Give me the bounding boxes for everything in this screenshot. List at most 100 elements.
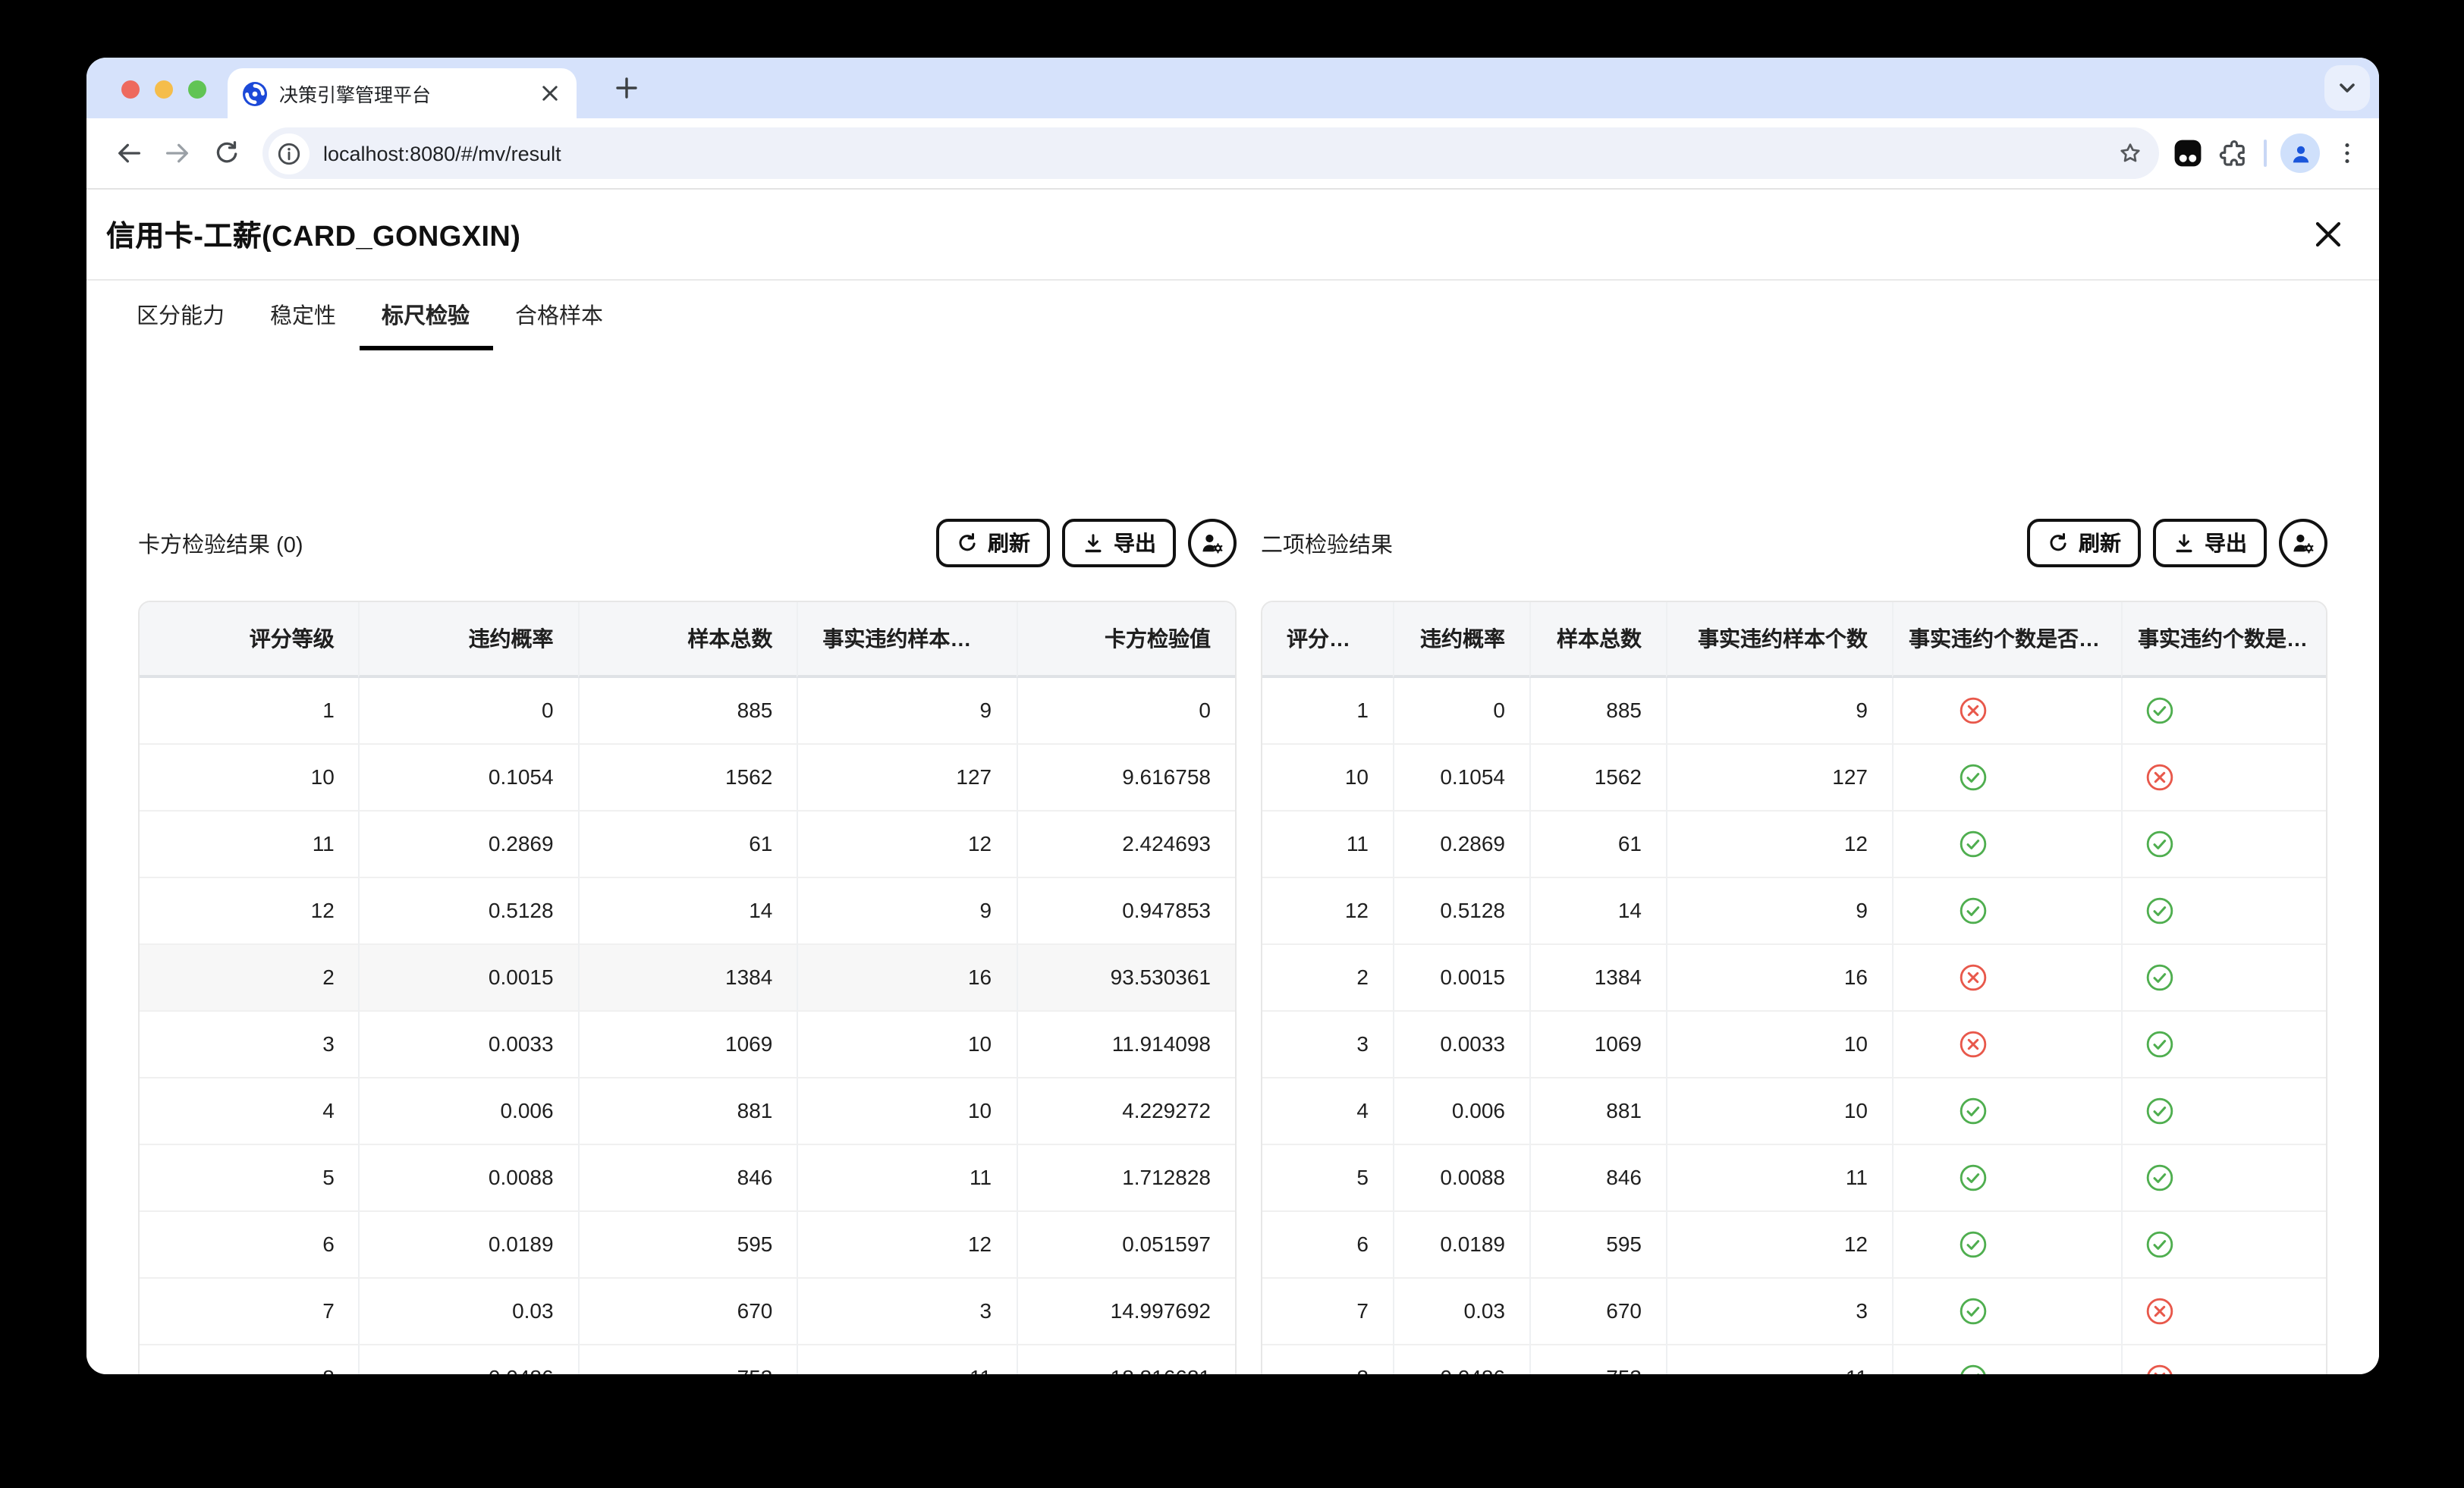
- table-row[interactable]: 20.001513841693.530361: [140, 943, 1235, 1010]
- cell: 1384: [1529, 943, 1666, 1010]
- cell: 0.0088: [1393, 1144, 1529, 1210]
- cell: 1562: [1529, 743, 1666, 810]
- cell: 12: [1666, 810, 1892, 877]
- check-circle-icon: [2121, 678, 2327, 743]
- table-row[interactable]: 120.51281490.947853: [140, 877, 1235, 943]
- cross-circle-icon: [1892, 678, 2121, 743]
- cell: 0: [1016, 678, 1235, 743]
- cell: 0.0033: [1393, 1010, 1529, 1077]
- cell: 9: [1666, 678, 1892, 743]
- column-header: 样本总数: [1529, 602, 1666, 678]
- column-header: 评分等级: [1262, 602, 1393, 678]
- cell: 1384: [578, 943, 797, 1010]
- cell: 10: [1666, 1010, 1892, 1077]
- cell: 0.0486: [359, 1344, 578, 1374]
- browser-menu-icon[interactable]: [2334, 140, 2361, 167]
- chi-square-title: 卡方检验结果 (0): [138, 527, 303, 559]
- cell: 670: [1529, 1277, 1666, 1344]
- cell: 2: [140, 943, 359, 1010]
- cell: 1: [1262, 678, 1393, 743]
- table-row[interactable]: 100.105415621279.616758: [140, 743, 1235, 810]
- cell: 1069: [1529, 1010, 1666, 1077]
- binomial-column-settings-button[interactable]: [2279, 519, 2327, 567]
- chi-refresh-button[interactable]: 刷新: [936, 519, 1050, 567]
- tab-title: 决策引擎管理平台: [279, 79, 537, 108]
- maximize-window-icon[interactable]: [188, 80, 206, 99]
- table-row[interactable]: 108859: [1262, 678, 2327, 743]
- cell: 0.0486: [1393, 1344, 1529, 1374]
- check-circle-icon: [2121, 1077, 2327, 1144]
- table-row[interactable]: 70.03670314.997692: [140, 1277, 1235, 1344]
- table-row[interactable]: 40.006881104.229272: [140, 1077, 1235, 1144]
- table-row[interactable]: 70.036703: [1262, 1277, 2327, 1344]
- cell: 6: [1262, 1210, 1393, 1277]
- extension-app-icon[interactable]: [2171, 137, 2205, 170]
- page-content: 信用卡-工薪(CARD_GONGXIN) 区分能力稳定性标尺检验合格样本 卡方检…: [86, 190, 2379, 1374]
- table-row[interactable]: 50.008884611: [1262, 1144, 2327, 1210]
- extensions-puzzle-icon[interactable]: [2218, 137, 2250, 169]
- cell: 1562: [578, 743, 797, 810]
- reload-button[interactable]: [202, 129, 250, 177]
- cell: 8: [1262, 1344, 1393, 1374]
- table-row[interactable]: 80.04867531118.816681: [140, 1344, 1235, 1374]
- back-button[interactable]: [105, 129, 153, 177]
- table-row[interactable]: 1088590: [140, 678, 1235, 743]
- cell: 5: [1262, 1144, 1393, 1210]
- cell: 0.947853: [1016, 877, 1235, 943]
- chi-square-section: 卡方检验结果 (0) 刷新 导出: [138, 516, 1237, 1374]
- cell: 753: [1529, 1344, 1666, 1374]
- close-icon[interactable]: [2309, 216, 2346, 253]
- tab-稳定性[interactable]: 稳定性: [247, 299, 359, 350]
- check-circle-icon: [2121, 943, 2327, 1010]
- forward-button[interactable]: [153, 129, 202, 177]
- column-header: 样本总数: [578, 602, 797, 678]
- cell: 881: [1529, 1077, 1666, 1144]
- table-row[interactable]: 60.018959512: [1262, 1210, 2327, 1277]
- cell: 1: [140, 678, 359, 743]
- cell: 14.997692: [1016, 1277, 1235, 1344]
- new-tab-button[interactable]: [608, 70, 645, 106]
- table-row[interactable]: 120.5128149: [1262, 877, 2327, 943]
- table-row[interactable]: 110.28696112: [1262, 810, 2327, 877]
- tab-标尺检验[interactable]: 标尺检验: [359, 299, 492, 350]
- profile-avatar[interactable]: [2280, 133, 2320, 173]
- cell: 9: [1666, 877, 1892, 943]
- close-window-icon[interactable]: [121, 80, 140, 99]
- table-row[interactable]: 110.286961122.424693: [140, 810, 1235, 877]
- chi-square-table-body: 1088590100.105415621279.616758110.286961…: [140, 678, 1235, 1374]
- browser-tab-strip: 决策引擎管理平台: [86, 58, 2379, 118]
- table-row[interactable]: 30.0033106910: [1262, 1010, 2327, 1077]
- binomial-export-button[interactable]: 导出: [2153, 519, 2267, 567]
- chi-column-settings-button[interactable]: [1188, 519, 1237, 567]
- browser-tab[interactable]: 决策引擎管理平台: [228, 68, 577, 118]
- address-bar[interactable]: localhost:8080/#/mv/result: [262, 127, 2159, 179]
- cell: 0: [1393, 678, 1529, 743]
- cell: 670: [578, 1277, 797, 1344]
- cross-circle-icon: [2121, 1344, 2327, 1374]
- tab-search-chevron-icon[interactable]: [2324, 65, 2370, 111]
- table-row[interactable]: 80.048675311: [1262, 1344, 2327, 1374]
- cell: 0.2869: [359, 810, 578, 877]
- tab-合格样本[interactable]: 合格样本: [492, 299, 626, 350]
- table-row[interactable]: 20.0015138416: [1262, 943, 2327, 1010]
- chi-export-button[interactable]: 导出: [1062, 519, 1176, 567]
- table-row[interactable]: 100.10541562127: [1262, 743, 2327, 810]
- cell: 16: [797, 943, 1016, 1010]
- tab-close-icon[interactable]: [537, 81, 561, 105]
- column-header: 评分等级: [140, 602, 359, 678]
- site-info-icon[interactable]: [269, 133, 310, 174]
- column-header: 事实违约样本个数: [1666, 602, 1892, 678]
- cell: 7: [1262, 1277, 1393, 1344]
- binomial-refresh-button[interactable]: 刷新: [2027, 519, 2141, 567]
- table-row[interactable]: 30.003310691011.914098: [140, 1010, 1235, 1077]
- table-row[interactable]: 40.00688110: [1262, 1077, 2327, 1144]
- tab-区分能力[interactable]: 区分能力: [114, 299, 247, 350]
- cell: 11: [1666, 1344, 1892, 1374]
- bookmark-star-icon[interactable]: [2109, 132, 2151, 174]
- minimize-window-icon[interactable]: [155, 80, 173, 99]
- refresh-label: 刷新: [988, 528, 1030, 558]
- table-row[interactable]: 50.0088846111.712828: [140, 1144, 1235, 1210]
- cell: 3: [140, 1010, 359, 1077]
- table-row[interactable]: 60.0189595120.051597: [140, 1210, 1235, 1277]
- cell: 14: [578, 877, 797, 943]
